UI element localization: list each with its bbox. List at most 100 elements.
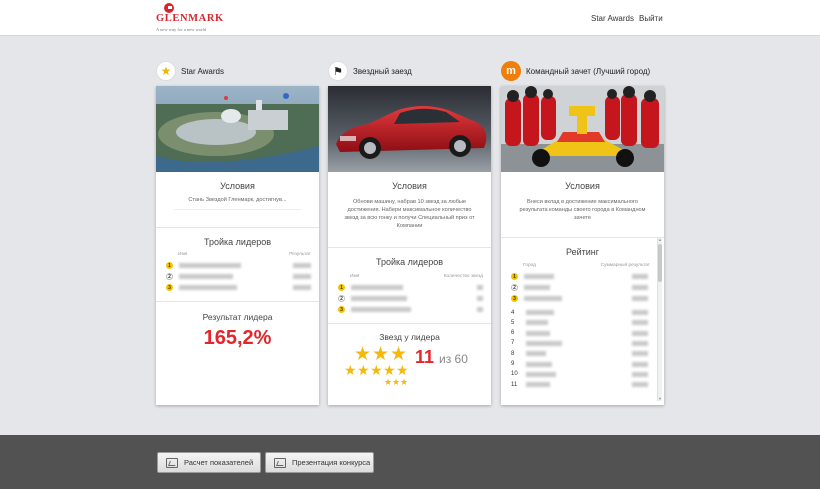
rank-number: 5 bbox=[511, 319, 515, 326]
presentation-icon bbox=[274, 457, 286, 468]
leader-row: 3 bbox=[338, 305, 483, 314]
leader-name-hidden bbox=[179, 263, 241, 268]
city-value-hidden bbox=[632, 371, 648, 377]
rating-row: 6 bbox=[511, 329, 648, 338]
rating-row: 10 bbox=[511, 370, 648, 379]
logout-link[interactable]: Выйти bbox=[639, 14, 663, 23]
rating-row: 1 bbox=[511, 272, 648, 281]
leaders-title: Тройка лидеров bbox=[204, 237, 271, 247]
checkered-flag-icon: ⚑ bbox=[328, 61, 348, 81]
city-value-hidden bbox=[632, 296, 648, 301]
glenmark-logo[interactable]: GLENMARK A new way for a new world bbox=[156, 3, 226, 33]
star-icon: ★ bbox=[156, 61, 176, 81]
city-name-hidden bbox=[526, 351, 546, 357]
city-name-hidden bbox=[526, 340, 562, 346]
rating-row: 9 bbox=[511, 360, 648, 369]
city-name-hidden bbox=[526, 371, 556, 377]
logo-tagline: A new way for a new world bbox=[156, 27, 206, 32]
conditions-text: Стань Звездой Гленмарк, достигнув... bbox=[174, 196, 301, 210]
rating-col-value: Суммарный результат bbox=[600, 263, 650, 268]
stars-count: 11 bbox=[415, 347, 435, 367]
city-name-hidden bbox=[526, 320, 548, 326]
rating-row: 11 bbox=[511, 380, 648, 389]
conditions-title: Условия bbox=[392, 181, 427, 191]
rank-3-badge: 3 bbox=[338, 306, 345, 313]
leader-value-hidden bbox=[477, 285, 483, 290]
rank-number: 6 bbox=[511, 330, 515, 337]
city-value-hidden bbox=[632, 320, 648, 326]
city-name-hidden bbox=[524, 285, 550, 290]
card-star-awards: Условия Стань Звездой Гленмарк, достигну… bbox=[156, 86, 319, 405]
leader-value-hidden bbox=[293, 285, 311, 290]
leaders-col-value: Результат bbox=[289, 252, 311, 257]
column-title: Командный зачет (Лучший город) bbox=[526, 66, 651, 76]
star-icon: ★ bbox=[370, 362, 383, 378]
scroll-down-icon[interactable]: ▼ bbox=[658, 397, 662, 401]
column-title: Star Awards bbox=[181, 66, 224, 76]
scroll-thumb[interactable] bbox=[658, 244, 662, 282]
footer-bar bbox=[0, 435, 820, 489]
rank-number: 8 bbox=[511, 350, 515, 357]
rank-2-badge: 2 bbox=[166, 273, 173, 280]
leader-row: 2 bbox=[166, 272, 311, 281]
card-team-standings: Условия Внеси вклад в достижение максима… bbox=[501, 86, 664, 405]
leader-result-title: Результат лидера bbox=[202, 312, 273, 322]
leaders-col-name: Имя bbox=[350, 274, 360, 279]
leader-name-hidden bbox=[351, 296, 407, 301]
leader-value-hidden bbox=[293, 263, 311, 268]
leader-value-hidden bbox=[293, 274, 311, 279]
rank-3-badge: 3 bbox=[511, 295, 518, 302]
city-name-hidden bbox=[526, 310, 554, 315]
star-icon: ★ bbox=[396, 362, 409, 378]
leader-result-value: 165,2% bbox=[203, 327, 272, 349]
rank-number: 7 bbox=[511, 340, 515, 347]
rating-col-name: Город bbox=[523, 263, 536, 268]
logo-mark-icon bbox=[164, 3, 174, 13]
calculation-button[interactable]: Расчет показателей bbox=[157, 452, 261, 473]
rating-scrollbar[interactable]: ▲ ▼ bbox=[657, 238, 662, 401]
divider bbox=[328, 323, 491, 324]
divider bbox=[156, 227, 319, 228]
column-header-star-awards: ★ Star Awards bbox=[156, 60, 224, 82]
leaders-col-name: Имя bbox=[178, 252, 188, 257]
stars-total: из 60 bbox=[439, 352, 468, 366]
leader-value-hidden bbox=[477, 296, 483, 301]
team-icon: m bbox=[501, 61, 521, 81]
leader-row: 3 bbox=[166, 283, 311, 292]
rank-1-badge: 1 bbox=[511, 273, 518, 280]
city-name-hidden bbox=[526, 330, 550, 336]
rank-number: 9 bbox=[511, 361, 515, 367]
leader-name-hidden bbox=[351, 307, 411, 312]
leaders-title: Тройка лидеров bbox=[376, 257, 443, 267]
rating-title: Рейтинг bbox=[565, 247, 600, 257]
conditions-title: Условия bbox=[565, 181, 600, 191]
rating-row: 7 bbox=[511, 339, 648, 348]
city-name-hidden bbox=[526, 361, 552, 367]
rating-row: 5 bbox=[511, 318, 648, 327]
rating-row: 2 bbox=[511, 283, 648, 292]
divider bbox=[156, 301, 319, 302]
leaders-col-value: Количество звезд bbox=[443, 274, 483, 279]
leader-row: 2 bbox=[338, 294, 483, 303]
star-icon: ★ bbox=[400, 377, 409, 387]
city-value-hidden bbox=[632, 310, 648, 315]
nav-star-awards[interactable]: Star Awards bbox=[591, 14, 634, 23]
city-value-hidden bbox=[632, 274, 648, 279]
star-icon: ★ bbox=[344, 362, 357, 378]
city-value-hidden bbox=[632, 285, 648, 290]
city-name-hidden bbox=[524, 296, 562, 301]
rating-row: 4 bbox=[511, 308, 648, 317]
scroll-up-icon[interactable]: ▲ bbox=[658, 238, 662, 242]
leader-row: 1 bbox=[166, 261, 311, 270]
presentation-button[interactable]: Презентация конкурса bbox=[265, 452, 374, 473]
rank-1-badge: 1 bbox=[338, 284, 345, 291]
stars-title: Звезд у лидера bbox=[379, 332, 440, 342]
rank-2-badge: 2 bbox=[511, 284, 518, 291]
city-value-hidden bbox=[632, 330, 648, 336]
city-value-hidden bbox=[632, 351, 648, 357]
presentation-button-label: Презентация конкурса bbox=[292, 458, 371, 467]
conditions-text: Обнови машину, набрав 10 звезд за любые … bbox=[344, 199, 475, 229]
conditions-text: Внеси вклад в достижение максимального р… bbox=[519, 199, 646, 221]
column-header-team: m Командный зачет (Лучший город) bbox=[501, 60, 650, 82]
divider bbox=[328, 247, 491, 248]
